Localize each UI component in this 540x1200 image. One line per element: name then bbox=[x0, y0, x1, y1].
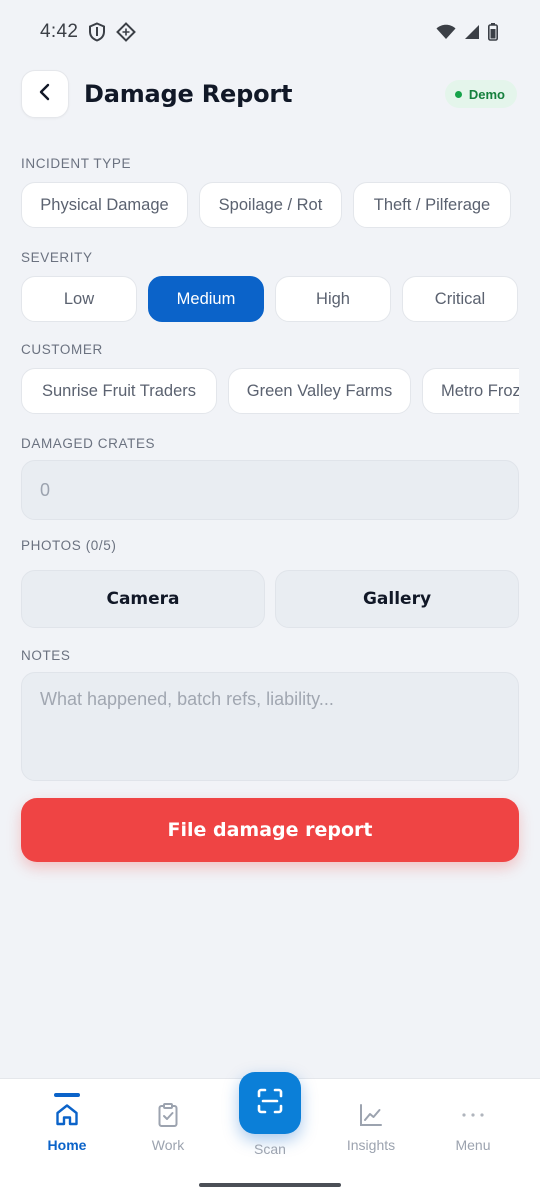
signal-icon bbox=[464, 24, 480, 40]
customer-chip-green-valley[interactable]: Green Valley Farms bbox=[228, 368, 411, 414]
severity-chip-low[interactable]: Low bbox=[21, 276, 137, 322]
notes-label: NOTES bbox=[21, 648, 71, 663]
customer-label: CUSTOMER bbox=[21, 342, 103, 357]
scan-icon bbox=[256, 1087, 284, 1120]
home-icon bbox=[53, 1101, 81, 1129]
severity-chip-critical[interactable]: Critical bbox=[402, 276, 518, 322]
wifi-icon bbox=[436, 24, 456, 40]
gallery-button[interactable]: Gallery bbox=[275, 570, 519, 628]
demo-badge: Demo bbox=[444, 80, 517, 108]
diamond-grid-icon bbox=[116, 22, 137, 42]
battery-icon bbox=[488, 23, 498, 41]
file-damage-report-button[interactable]: File damage report bbox=[21, 798, 519, 862]
bottom-nav: Home Work Scan Insights Menu bbox=[0, 1072, 540, 1200]
severity-label: SEVERITY bbox=[21, 250, 93, 265]
shield-icon bbox=[88, 22, 106, 42]
damaged-crates-label: DAMAGED CRATES bbox=[21, 436, 156, 451]
status-time: 4:42 bbox=[40, 21, 79, 42]
back-button[interactable] bbox=[21, 70, 69, 118]
nav-label-home: Home bbox=[47, 1137, 87, 1153]
customer-options: Sunrise Fruit Traders Green Valley Farms… bbox=[21, 368, 519, 414]
more-horizontal-icon bbox=[459, 1101, 487, 1129]
incident-chip-physical-damage[interactable]: Physical Damage bbox=[21, 182, 188, 228]
notes-field[interactable] bbox=[21, 672, 519, 781]
status-bar: 4:42 bbox=[0, 0, 540, 64]
nav-item-home[interactable]: Home bbox=[17, 1079, 117, 1169]
status-dot-icon bbox=[454, 90, 462, 98]
incident-chip-theft[interactable]: Theft / Pilferage bbox=[353, 182, 511, 228]
demo-badge-label: Demo bbox=[468, 86, 505, 102]
customer-chip-metro[interactable]: Metro Froz bbox=[422, 368, 519, 414]
severity-chip-medium[interactable]: Medium bbox=[148, 276, 264, 322]
nav-label-menu: Menu bbox=[455, 1137, 491, 1153]
chart-line-icon bbox=[357, 1101, 385, 1129]
nav-item-work[interactable]: Work bbox=[118, 1079, 218, 1169]
nav-label-insights: Insights bbox=[346, 1137, 396, 1153]
active-indicator bbox=[54, 1093, 80, 1097]
photos-label: PHOTOS (0/5) bbox=[21, 538, 117, 553]
scan-button[interactable] bbox=[239, 1072, 301, 1134]
header: Damage Report Demo bbox=[21, 70, 519, 118]
nav-label-scan: Scan bbox=[254, 1141, 286, 1157]
damaged-crates-input[interactable] bbox=[21, 460, 519, 520]
customer-chip-sunrise[interactable]: Sunrise Fruit Traders bbox=[21, 368, 217, 414]
chevron-left-icon bbox=[37, 82, 53, 107]
incident-type-options: Physical Damage Spoilage / Rot Theft / P… bbox=[21, 182, 511, 228]
severity-options: Low Medium High Critical bbox=[21, 276, 518, 322]
incident-type-label: INCIDENT TYPE bbox=[21, 156, 132, 171]
clipboard-check-icon bbox=[154, 1101, 182, 1129]
nav-label-work: Work bbox=[151, 1137, 185, 1153]
page-title: Damage Report bbox=[84, 80, 293, 108]
nav-item-menu[interactable]: Menu bbox=[423, 1079, 523, 1169]
incident-chip-spoilage[interactable]: Spoilage / Rot bbox=[199, 182, 342, 228]
home-gesture-bar[interactable] bbox=[199, 1183, 341, 1187]
severity-chip-high[interactable]: High bbox=[275, 276, 391, 322]
camera-button[interactable]: Camera bbox=[21, 570, 265, 628]
nav-item-insights[interactable]: Insights bbox=[321, 1079, 421, 1169]
